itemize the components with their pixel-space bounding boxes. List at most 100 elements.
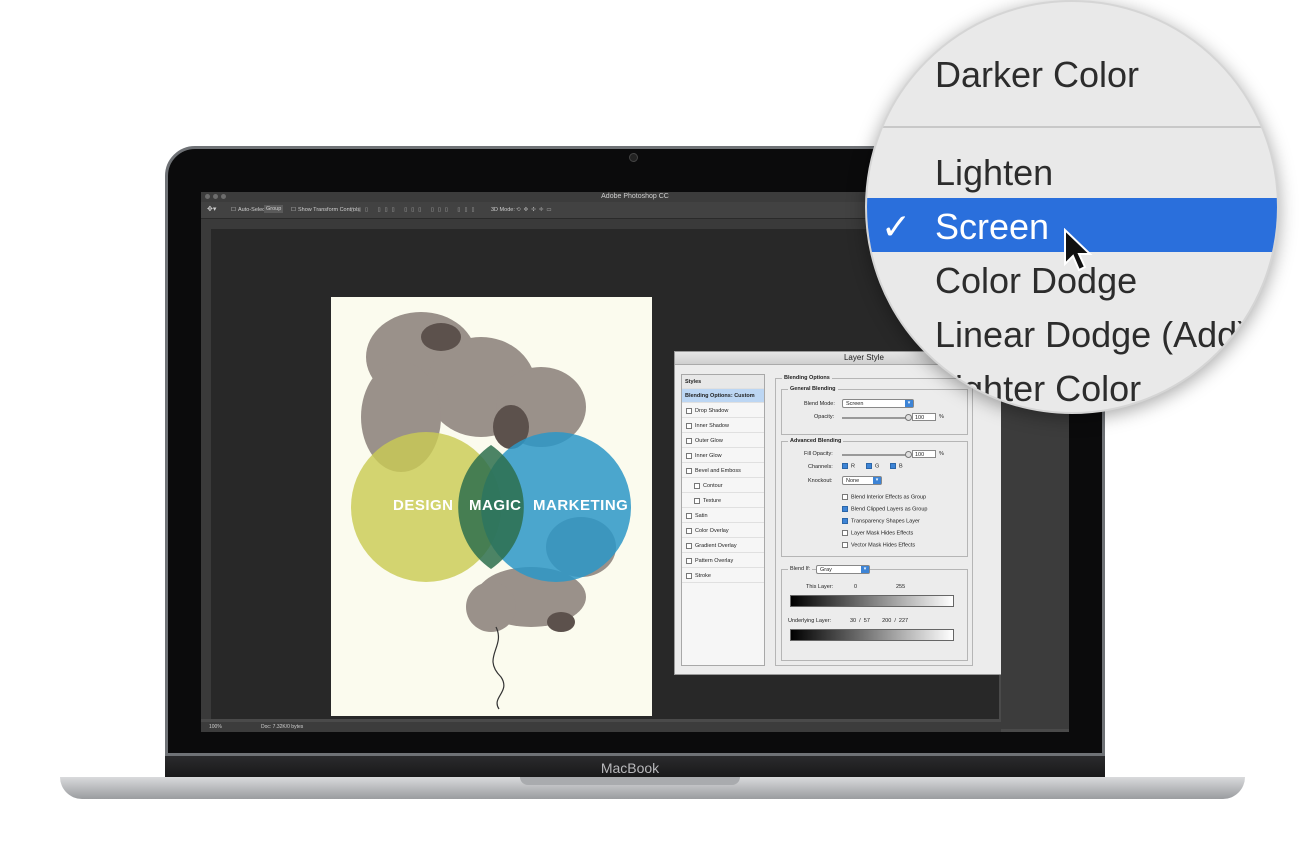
channel-g[interactable]: G <box>862 463 879 469</box>
poster-document: DESIGN MAGIC MARKETING <box>331 297 652 716</box>
checkbox[interactable] <box>842 506 848 512</box>
auto-select-checkbox[interactable]: ☐ <box>231 207 236 213</box>
style-item[interactable]: Bevel and Emboss <box>682 464 764 478</box>
move-tool-icon[interactable]: ✥▾ <box>207 205 216 213</box>
style-checkbox[interactable] <box>686 572 692 579</box>
window-title: Adobe Photoshop CC <box>601 193 669 200</box>
style-item[interactable]: Drop Shadow <box>682 404 764 418</box>
blend-mode-label: Blend Mode: <box>804 401 835 407</box>
opacity-input[interactable]: 100 <box>912 413 936 421</box>
checkbox-label: Blend Interior Effects as Group <box>851 494 927 501</box>
check-icon: ✓ <box>881 206 912 247</box>
3d-mode-label: 3D Mode: <box>491 207 515 213</box>
chevron-down-icon: ▾ <box>861 566 869 573</box>
knockout-select[interactable]: None ▾ <box>842 476 882 485</box>
style-item[interactable]: Inner Glow <box>682 449 764 463</box>
style-item[interactable]: Texture <box>682 494 764 508</box>
blending-options-title: Blending Options <box>782 375 832 381</box>
style-item[interactable]: Outer Glow <box>682 434 764 448</box>
style-item-label: Pattern Overlay <box>695 558 734 564</box>
underlying-layer-values: 30 / 57 200 / 227 <box>850 618 909 624</box>
style-item-label: Color Overlay <box>695 528 729 534</box>
style-item-label: Texture <box>703 498 722 504</box>
advanced-blending-title: Advanced Blending <box>788 438 844 444</box>
style-checkbox[interactable] <box>686 407 692 414</box>
zoom-window-icon[interactable] <box>221 194 226 199</box>
blend-mode-value: Screen <box>846 401 864 407</box>
laptop-brand-label: MacBook <box>600 760 660 776</box>
style-item[interactable]: Pattern Overlay <box>682 554 764 568</box>
channels-label: Channels: <box>808 464 833 470</box>
style-item-label: Inner Glow <box>695 453 722 459</box>
poster-word-magic: MAGIC <box>469 497 522 514</box>
auto-select-dropdown[interactable]: Group <box>264 205 284 213</box>
menu-item-darker-color[interactable]: Darker Color <box>935 54 1139 96</box>
advanced-blending-group: Advanced Blending Fill Opacity: 100 % Ch… <box>781 438 968 557</box>
show-transform-checkbox[interactable]: ☐ <box>291 207 296 213</box>
opacity-slider-knob[interactable] <box>905 414 912 421</box>
style-checkbox[interactable] <box>694 482 700 489</box>
style-checkbox[interactable] <box>686 452 692 459</box>
style-item[interactable]: Satin <box>682 509 764 523</box>
style-checkbox[interactable] <box>686 422 692 429</box>
style-item-label: Drop Shadow <box>695 408 729 414</box>
style-item[interactable]: Gradient Overlay <box>682 539 764 553</box>
poster-word-marketing: MARKETING <box>533 497 629 514</box>
style-item[interactable]: Blending Options: Custom <box>682 389 764 403</box>
style-checkbox[interactable] <box>686 512 692 519</box>
mouse-cursor-icon <box>1064 228 1093 272</box>
fill-opacity-input[interactable]: 100 <box>912 450 936 458</box>
style-checkbox[interactable] <box>686 437 692 444</box>
styles-header[interactable]: Styles <box>682 375 764 389</box>
blend-if-group: Blend If: Gray ▾ This Layer: 0 255 Under… <box>781 565 968 661</box>
blending-options-group: Blending Options General Blending Blend … <box>775 375 973 666</box>
fill-opacity-slider[interactable] <box>842 454 908 456</box>
laptop-notch <box>520 777 740 785</box>
knockout-value: None <box>846 478 860 484</box>
checkbox[interactable] <box>842 530 848 536</box>
style-item-label: Blending Options: Custom <box>685 393 755 399</box>
blend-mode-select[interactable]: Screen ▾ <box>842 399 914 408</box>
checkbox-label: Blend Clipped Layers as Group <box>851 506 928 513</box>
menu-item-screen[interactable]: Screen <box>935 206 1049 248</box>
checkbox[interactable] <box>842 494 848 500</box>
style-checkbox[interactable] <box>686 467 692 474</box>
underlying-layer-gradient-slider[interactable] <box>790 629 954 641</box>
advanced-option-checkbox[interactable]: Blend Interior Effects as Group <box>838 494 926 500</box>
menu-item-lighten[interactable]: Lighten <box>935 152 1053 194</box>
advanced-option-checkbox[interactable]: Vector Mask Hides Effects <box>838 542 915 548</box>
poster-word-design: DESIGN <box>393 497 454 514</box>
this-layer-high: 255 <box>896 584 906 590</box>
canvas-area[interactable]: DESIGN MAGIC MARKETING Layer Style Style… <box>211 229 1054 719</box>
close-window-icon[interactable] <box>205 194 210 199</box>
channel-r[interactable]: R <box>838 463 855 469</box>
3d-mode-icons[interactable]: ⟲✥✣✛▭ <box>516 207 555 213</box>
blend-if-select[interactable]: Gray ▾ <box>816 565 870 574</box>
this-layer-gradient-slider[interactable] <box>790 595 954 607</box>
style-item-label: Stroke <box>695 573 711 579</box>
checkbox[interactable] <box>842 542 848 548</box>
style-item[interactable]: Inner Shadow <box>682 419 764 433</box>
advanced-option-checkbox[interactable]: Transparency Shapes Layer <box>838 518 920 524</box>
styles-list: Styles Blending Options: Custom Drop Shad… <box>681 374 765 666</box>
style-checkbox[interactable] <box>686 527 692 534</box>
advanced-option-checkbox[interactable]: Layer Mask Hides Effects <box>838 530 913 536</box>
fill-opacity-slider-knob[interactable] <box>905 451 912 458</box>
menu-item-color-dodge[interactable]: Color Dodge <box>935 260 1137 302</box>
style-item[interactable]: Color Overlay <box>682 524 764 538</box>
style-item[interactable]: Stroke <box>682 569 764 583</box>
channel-b[interactable]: B <box>886 463 903 469</box>
opacity-slider[interactable] <box>842 417 908 419</box>
this-layer-low: 0 <box>854 584 858 590</box>
minimize-window-icon[interactable] <box>213 194 218 199</box>
checkbox[interactable] <box>842 518 848 524</box>
style-checkbox[interactable] <box>686 557 692 564</box>
align-icons[interactable]: ▯▯▯ ▯▯▯ ▯▯▯ ▯▯▯ ▯▯▯ <box>351 207 479 213</box>
menu-item-lighter-color[interactable]: Lighter Color <box>935 368 1141 410</box>
style-item[interactable]: Contour <box>682 479 764 493</box>
menu-item-linear-dodge[interactable]: Linear Dodge (Add) <box>935 314 1249 356</box>
style-checkbox[interactable] <box>694 497 700 504</box>
style-checkbox[interactable] <box>686 542 692 549</box>
zoom-level: 100% <box>209 724 222 730</box>
advanced-option-checkbox[interactable]: Blend Clipped Layers as Group <box>838 506 927 512</box>
